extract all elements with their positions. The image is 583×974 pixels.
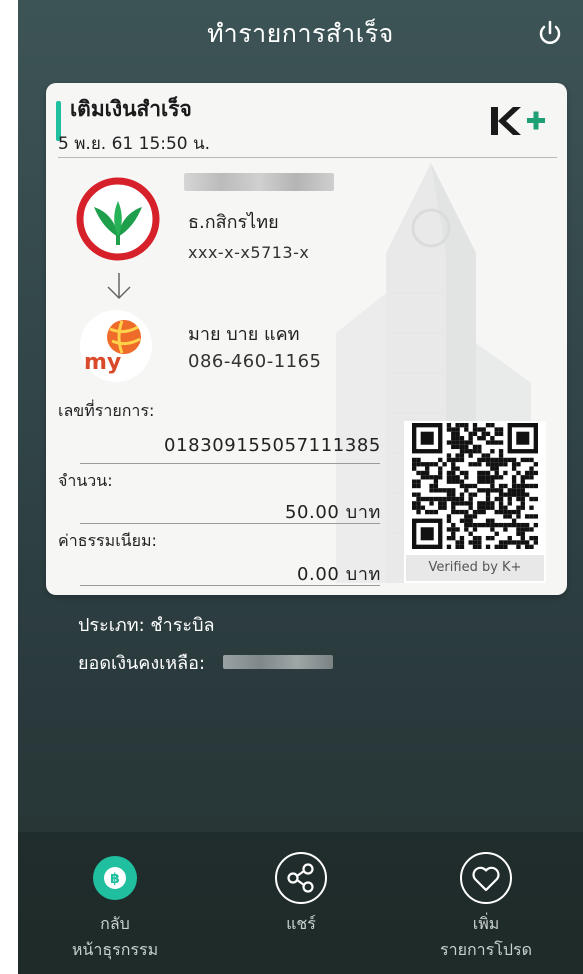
nav-back-label-2: หน้าธุรกรรม <box>71 940 159 959</box>
kbank-logo-icon <box>76 177 160 261</box>
nav-add-favorite[interactable]: เพิ่ม รายการโปรด <box>401 850 571 962</box>
header-divider <box>58 157 557 158</box>
fee-divider <box>80 585 380 586</box>
receipt-card: เติมเงินสำเร็จ 5 พ.ย. 61 15:50 น. ธ.กสิก… <box>46 83 567 595</box>
reference-divider <box>80 463 380 464</box>
receiver-phone: 086-460-1165 <box>188 351 322 372</box>
qr-caption: Verified by K+ <box>406 555 544 581</box>
fee-label: ค่าธรรมเนียม: <box>58 531 157 550</box>
kplus-logo-icon <box>491 107 545 135</box>
arrow-down-icon <box>107 273 131 300</box>
receipt-title: เติมเงินสำเร็จ <box>70 97 192 121</box>
nav-back-to-transactions[interactable]: ฿ กลับ หน้าธุรกรรม <box>30 850 200 962</box>
nav-favorite-label-2: รายการโปรด <box>440 940 532 959</box>
my-network-logo-icon: my <box>80 310 152 382</box>
qr-code-icon <box>412 423 538 549</box>
fee-value: 0.00 บาท <box>297 564 381 585</box>
reference-value: 018309155057111385 <box>164 435 381 456</box>
power-icon[interactable] <box>535 18 565 48</box>
receipt-datetime: 5 พ.ย. 61 15:50 น. <box>58 134 211 154</box>
page-title: ทำรายการสำเร็จ <box>207 19 394 48</box>
qr-verification[interactable]: Verified by K+ <box>404 421 546 583</box>
svg-text:฿: ฿ <box>110 871 120 887</box>
header: ทำรายการสำเร็จ <box>18 0 583 70</box>
nav-share[interactable]: แชร์ <box>216 850 386 936</box>
baht-icon: ฿ <box>93 856 137 900</box>
amount-divider <box>80 523 380 524</box>
receiver-name: มาย บาย แคท <box>188 324 300 345</box>
balance-redacted <box>223 655 333 669</box>
reference-label: เลขที่รายการ: <box>58 401 155 420</box>
amount-value: 50.00 บาท <box>284 502 381 523</box>
bottom-navigation: ฿ กลับ หน้าธุรกรรม แชร์ เพิ่ม รายการโปรด <box>18 832 583 974</box>
sender-name-redacted <box>184 173 334 191</box>
heart-icon <box>460 852 512 904</box>
nav-favorite-label-1: เพิ่ม <box>472 914 500 933</box>
nav-back-label-1: กลับ <box>100 914 130 933</box>
app-screen: ทำรายการสำเร็จ เติมเงินสำเร็จ 5 พ.ย. 61 … <box>18 0 583 974</box>
nav-share-label: แชร์ <box>286 914 316 933</box>
sender-bank: ธ.กสิกรไทย <box>188 212 279 233</box>
share-icon <box>275 852 327 904</box>
transaction-type: ประเภท: ชำระบิล <box>78 615 215 636</box>
balance-label: ยอดเงินคงเหลือ: <box>78 653 206 674</box>
amount-label: จำนวน: <box>58 471 113 490</box>
left-margin <box>0 0 18 974</box>
svg-text:my: my <box>84 350 121 375</box>
sender-account: xxx-x-x5713-x <box>188 243 310 262</box>
